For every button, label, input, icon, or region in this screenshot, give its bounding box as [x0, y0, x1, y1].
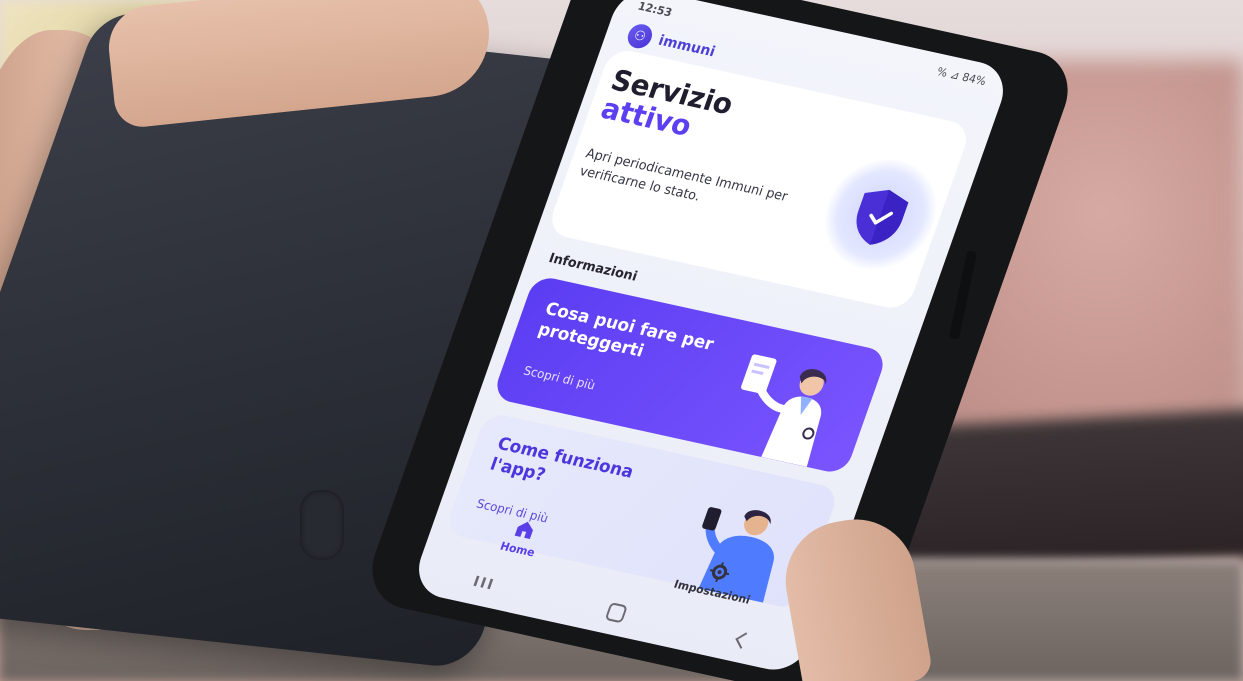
gear-icon [709, 561, 730, 582]
status-indicators: % ⊿ 84% [935, 64, 989, 88]
info-card-protect-link[interactable]: Scopri di più [522, 363, 598, 392]
status-time: 12:53 [636, 0, 675, 19]
app-name: immuni [656, 32, 718, 61]
system-back-button[interactable] [735, 632, 752, 649]
nav-home-label: Home [498, 538, 537, 560]
doctor-illustration [741, 354, 827, 467]
system-recent-button[interactable]: III [471, 574, 497, 594]
nav-settings-label: Impostazioni [672, 576, 753, 607]
home-icon [514, 521, 533, 539]
photo-scene: 12:53 % ⊿ 84% ⚇ immuni Servizio attivo A… [0, 0, 1243, 681]
case-button [300, 490, 344, 560]
nav-home[interactable]: Home [498, 515, 545, 559]
nav-settings[interactable]: Impostazioni [672, 554, 760, 607]
immuni-logo-icon: ⚇ [624, 21, 656, 51]
info-card-protect-title: Cosa puoi fare per proteggerti [535, 298, 717, 363]
system-home-button[interactable] [604, 602, 628, 624]
